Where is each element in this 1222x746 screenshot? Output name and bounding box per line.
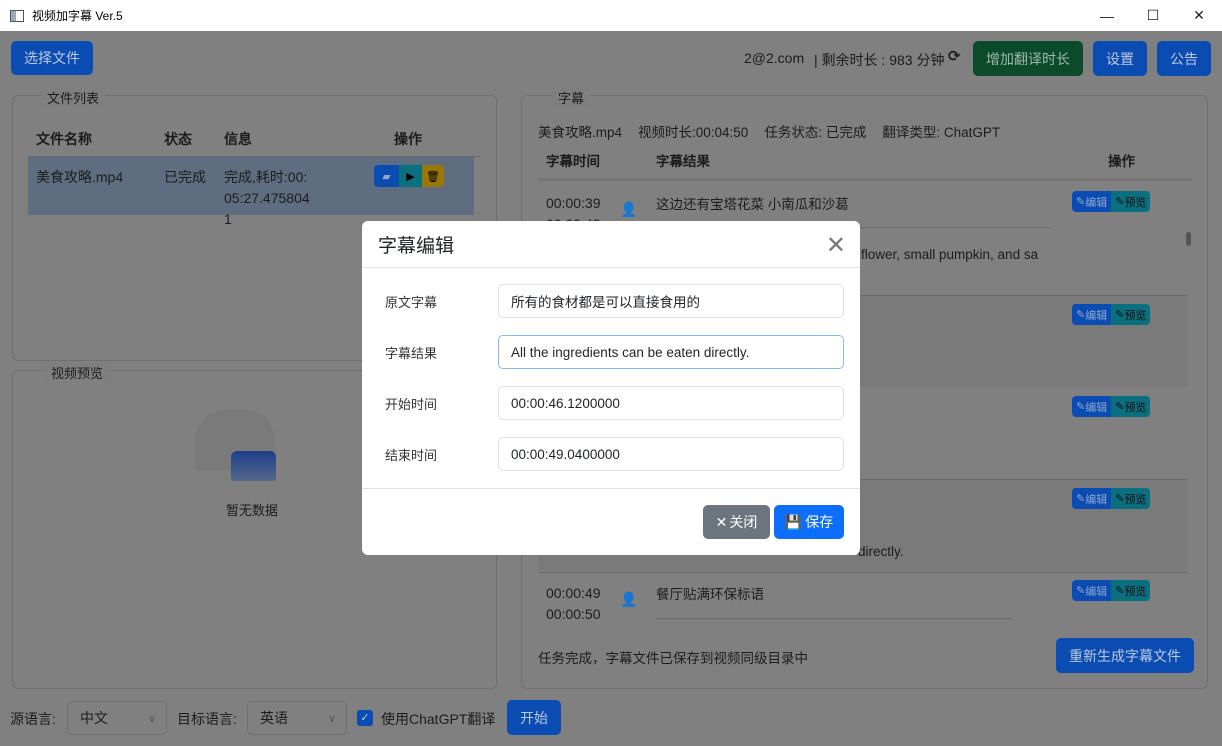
target-lang-select[interactable]: 英语∨	[247, 701, 347, 735]
x-icon: ✕	[716, 514, 728, 531]
edit-button[interactable]: ✎编辑	[1072, 191, 1111, 212]
refresh-icon[interactable]: ⟳	[948, 47, 961, 65]
regenerate-button[interactable]: 重新生成字幕文件	[1056, 638, 1194, 673]
edit-button[interactable]: ✎编辑	[1072, 580, 1111, 601]
preview-button[interactable]: ✎预览	[1111, 488, 1150, 509]
preview-button[interactable]: ✎预览	[1111, 191, 1150, 212]
task-status: 任务状态: 已完成	[764, 121, 866, 141]
remaining-time: | 剩余时长 : 983 分钟	[814, 50, 944, 70]
select-file-button[interactable]: 选择文件	[11, 41, 93, 75]
save-icon: 💾	[785, 514, 802, 531]
modal-title: 字幕编辑	[362, 221, 860, 268]
source-lang-select[interactable]: 中文∨	[67, 701, 167, 735]
original-input[interactable]	[498, 284, 844, 318]
start-button[interactable]: 开始	[507, 700, 561, 735]
task-complete-message: 任务完成，字幕文件已保存到视频同级目录中	[538, 647, 808, 667]
preview-button[interactable]: ✎预览	[1111, 304, 1150, 325]
source-lang-label: 源语言:	[10, 709, 56, 729]
chevron-down-icon: ∨	[328, 712, 336, 725]
modal-save-button[interactable]: 💾保存	[774, 505, 844, 539]
end-time-label: 结束时间	[385, 445, 498, 464]
file-name: 美食攻略.mp4	[36, 167, 123, 187]
notice-button[interactable]: 公告	[1157, 41, 1211, 76]
result-input[interactable]	[498, 335, 844, 369]
empty-box-icon	[231, 451, 276, 481]
use-chatgpt-checkbox[interactable]: ✓	[357, 710, 373, 726]
edit-button[interactable]: ✎编辑	[1072, 488, 1111, 509]
col-status: 状态	[164, 129, 192, 149]
end-time-input[interactable]	[498, 437, 844, 471]
edit-button[interactable]: ✎编辑	[1072, 304, 1111, 325]
start-time-input[interactable]	[498, 386, 844, 420]
video-preview-legend: 视频预览	[45, 363, 109, 382]
modal-close-button[interactable]: ✕关闭	[703, 505, 770, 539]
result-label: 字幕结果	[385, 343, 498, 362]
add-time-button[interactable]: 增加翻译时长	[973, 41, 1083, 76]
play-icon[interactable]: ▶	[399, 165, 422, 187]
speaker-icon: 👤	[620, 201, 637, 218]
original-label: 原文字幕	[385, 292, 498, 311]
col-ops: 操作	[1108, 150, 1135, 170]
col-actions: 操作	[394, 129, 422, 149]
preview-button[interactable]: ✎预览	[1111, 396, 1150, 417]
maximize-button[interactable]: ☐	[1130, 0, 1176, 31]
account-email: 2@2.com	[744, 50, 804, 66]
trash-icon[interactable]: 🗑	[422, 165, 444, 187]
close-icon[interactable]: ✕	[826, 231, 846, 260]
window-title: 视频加字幕 Ver.5	[32, 7, 123, 24]
file-info: 完成,耗时:00:05:27.4758041	[224, 167, 314, 230]
col-time: 字幕时间	[546, 150, 600, 170]
col-info: 信息	[224, 129, 252, 149]
preview-button[interactable]: ✎预览	[1111, 580, 1150, 601]
title-bar: 视频加字幕 Ver.5 — ☐ ✕	[0, 0, 1222, 31]
speaker-icon: 👤	[620, 591, 637, 608]
empty-text: 暂无数据	[226, 500, 278, 519]
file-list-legend: 文件列表	[41, 88, 105, 107]
translate-type: 翻译类型: ChatGPT	[882, 121, 1000, 141]
col-filename: 文件名称	[36, 129, 92, 149]
edit-button[interactable]: ✎编辑	[1072, 396, 1111, 417]
file-status: 已完成	[164, 167, 206, 187]
start-time-label: 开始时间	[385, 394, 498, 413]
app-icon	[10, 10, 24, 22]
minimize-button[interactable]: —	[1084, 0, 1130, 31]
col-result: 字幕结果	[656, 150, 710, 170]
close-window-button[interactable]: ✕	[1176, 0, 1222, 31]
target-lang-label: 目标语言:	[177, 709, 237, 729]
video-duration: 视频时长:00:04:50	[638, 121, 748, 141]
chevron-down-icon: ∨	[148, 712, 156, 725]
open-folder-icon[interactable]: ▰	[374, 165, 399, 187]
subtitle-edit-modal: 字幕编辑 ✕ 原文字幕 字幕结果 开始时间 结束时间 ✕关闭 💾保存	[362, 221, 860, 555]
subtitle-legend: 字幕	[552, 88, 590, 107]
subtitle-file: 美食攻略.mp4	[538, 121, 622, 141]
use-chatgpt-label: 使用ChatGPT翻译	[381, 709, 495, 729]
settings-button[interactable]: 设置	[1093, 41, 1147, 76]
